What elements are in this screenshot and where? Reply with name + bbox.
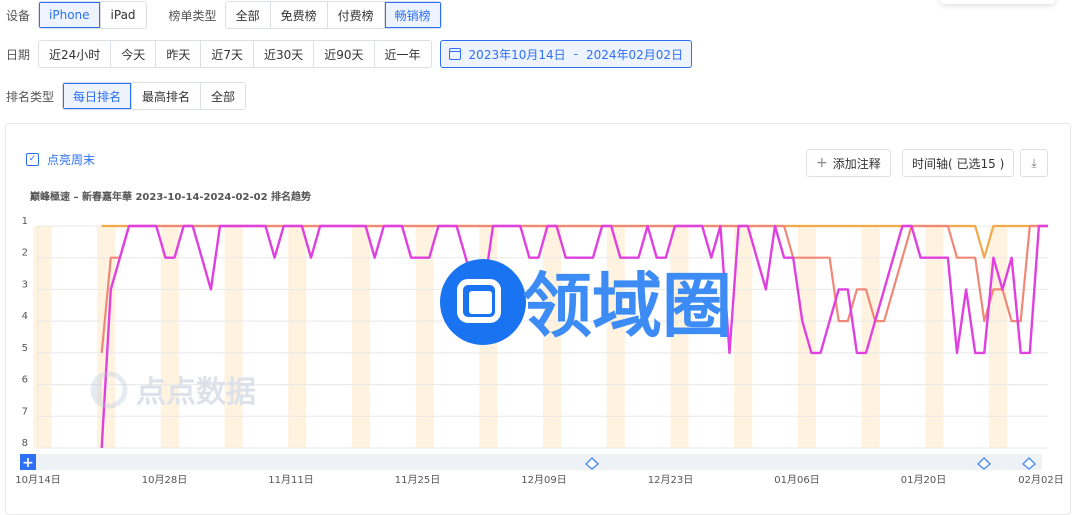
watermark-logo-icon — [440, 259, 526, 345]
weekend-band — [424, 226, 434, 448]
weekend-band — [743, 226, 753, 448]
weekend-band — [224, 226, 234, 448]
y-tick-label: 7 — [22, 406, 28, 417]
watermark-source: 点点数据 — [136, 375, 256, 410]
weekend-band — [160, 226, 170, 448]
y-tick-label: 3 — [22, 279, 28, 290]
weekend-band — [997, 226, 1008, 448]
y-tick-label: 2 — [22, 248, 28, 259]
weekend-band — [351, 226, 362, 448]
weekend-band — [925, 226, 935, 448]
rank-trend-chart: 领域圈 点点数据 1 2 3 4 5 6 7 8 10月14日 10月28日 11月11日 11月25… — [15, 216, 1063, 486]
y-tick-label: 6 — [22, 375, 28, 386]
y-tick-label: 8 — [22, 438, 28, 449]
x-tick-label: 10月28日 — [142, 474, 187, 486]
timeline-slider: + — [20, 454, 1042, 471]
slider-track[interactable] — [20, 454, 1042, 470]
x-tick-label: 12月23日 — [648, 474, 693, 486]
weekend-highlights — [33, 226, 1008, 448]
weekend-band — [870, 226, 880, 448]
x-tick-label: 02月02日 — [1018, 474, 1063, 486]
weekend-band — [233, 226, 243, 448]
x-tick-label: 10月14日 — [15, 474, 60, 486]
weekend-band — [797, 226, 807, 448]
weekend-band — [861, 226, 871, 448]
weekend-band — [297, 226, 307, 448]
weekend-band — [169, 226, 180, 448]
x-tick-label: 11月11日 — [268, 474, 313, 486]
y-tick-label: 1 — [22, 216, 28, 227]
weekend-band — [934, 226, 944, 448]
weekend-band — [806, 226, 816, 448]
watermark-brand: 领域圈 — [522, 265, 732, 347]
y-tick-label: 4 — [22, 311, 28, 322]
weekend-band — [361, 226, 371, 448]
weekend-band — [97, 226, 107, 448]
weekend-band — [415, 226, 425, 448]
weekend-band — [42, 226, 52, 448]
x-tick-label: 11月25日 — [395, 474, 440, 486]
plus-icon: + — [22, 455, 34, 471]
x-tick-label: 01月20日 — [901, 474, 946, 486]
x-tick-label: 01月06日 — [774, 474, 819, 486]
watermark-layer: 领域圈 点点数据 — [90, 259, 732, 410]
weekend-band — [288, 226, 298, 448]
x-tick-label: 12月09日 — [521, 474, 566, 486]
y-tick-label: 5 — [22, 343, 28, 354]
